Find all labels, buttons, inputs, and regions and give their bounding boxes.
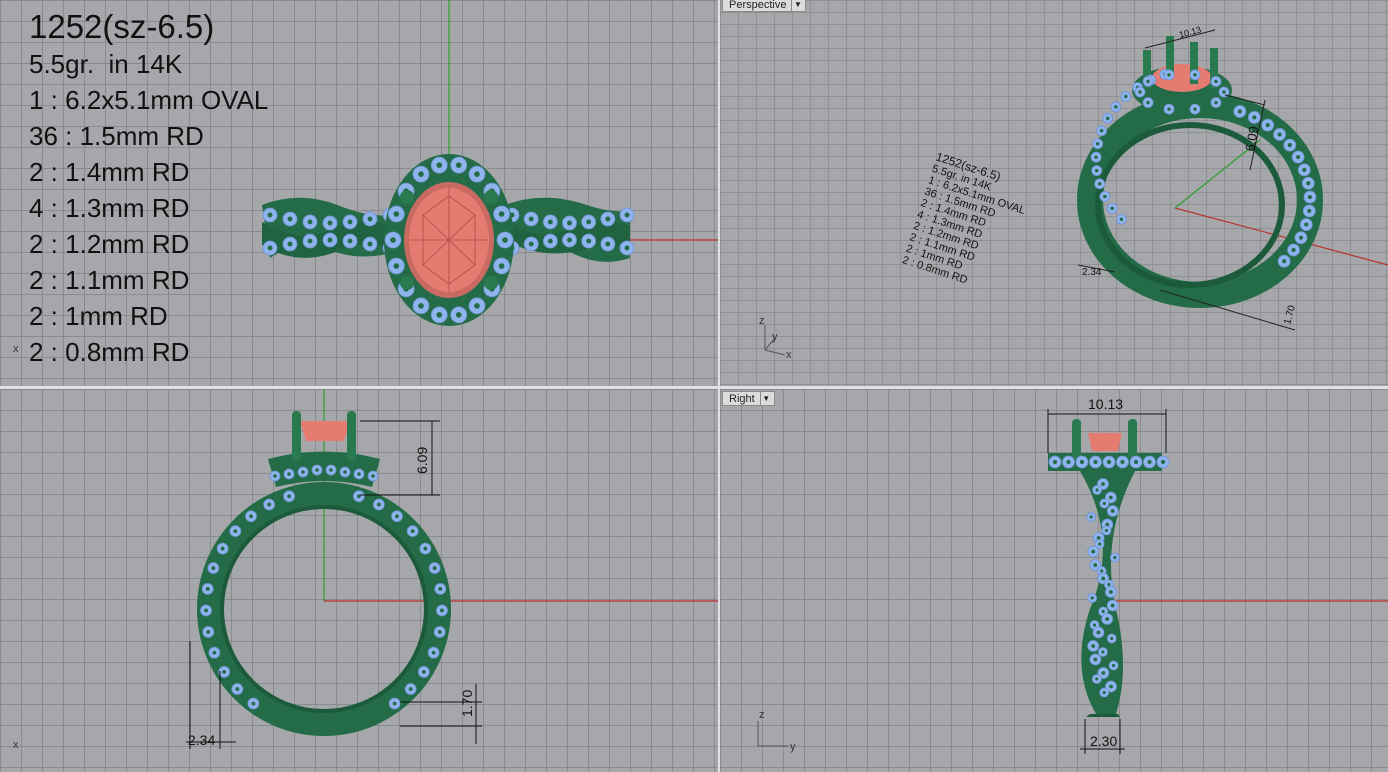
spec-line-stone-8: 2 : 0.8mm RD — [29, 337, 190, 367]
spec-line-stone-2: 36 : 1.5mm RD — [29, 121, 204, 151]
dim-shank-width: 2.34 — [1082, 267, 1102, 278]
dim-width: 10.13 — [1178, 24, 1202, 39]
gizmo-y: y — [790, 741, 796, 753]
x-axis-label: x — [13, 739, 19, 751]
dim-shank-thickness: 1.70 — [1282, 304, 1298, 326]
right-viewport-tab[interactable]: Right ▼ — [722, 391, 775, 406]
spec-line-stone-7: 2 : 1mm RD — [29, 301, 168, 331]
spec-line-stone-4: 4 : 1.3mm RD — [29, 193, 190, 223]
dim-shank-width: 2.30 — [1090, 733, 1117, 749]
perspective-notes: 1252(sz-6.5) 5.5gr. in 14K 1 : 6.2x5.1mm… — [901, 150, 1027, 287]
x-axis-label: x — [13, 343, 19, 355]
gizmo-y: y — [772, 331, 778, 343]
ring-model-title: 1252(sz-6.5) — [29, 8, 215, 45]
dim-shank-width: 2.34 — [188, 732, 215, 748]
front-view-scene: 6.09 2.34 1.70 x — [13, 389, 718, 751]
chevron-down-icon[interactable]: ▼ — [791, 0, 803, 11]
spec-line-stone-6: 2 : 1.1mm RD — [29, 265, 190, 295]
perspective-viewport[interactable]: 10.13 6.09 2.34 1.70 1252(sz-6.5) 5.5gr.… — [720, 0, 1388, 386]
spec-line-stone-3: 2 : 1.4mm RD — [29, 157, 190, 187]
perspective-scene: 10.13 6.09 2.34 1.70 1252(sz-6.5) 5.5gr.… — [759, 24, 1388, 361]
dim-shank-thickness: 1.70 — [459, 690, 475, 717]
right-view-scene: 10.13 2.30 z y — [757, 396, 1388, 754]
ring-spec-notes: 1252(sz-6.5) 5.5gr. in 14K 1 : 6.2x5.1mm… — [29, 8, 268, 370]
dim-width: 10.13 — [1088, 396, 1123, 412]
viewport-divider-horizontal[interactable] — [0, 386, 1388, 389]
spec-line-weight: 5.5gr. in 14K — [29, 49, 183, 79]
top-viewport[interactable]: x 1252(sz-6.5) 5.5gr. in 14K 1 : 6.2x5.1… — [0, 0, 718, 386]
spec-line-stone-5: 2 : 1.2mm RD — [29, 229, 190, 259]
axis-gizmo — [757, 721, 788, 747]
gizmo-x: x — [786, 349, 792, 361]
chevron-down-icon[interactable]: ▼ — [759, 392, 772, 405]
perspective-viewport-tab[interactable]: Perspective ▼ — [722, 0, 807, 12]
front-viewport[interactable]: 6.09 2.34 1.70 x — [0, 389, 718, 772]
right-viewport[interactable]: 10.13 2.30 z y Right ▼ — [720, 389, 1388, 772]
viewport-label: Right — [729, 392, 755, 405]
spec-line-stone-1: 1 : 6.2x5.1mm OVAL — [29, 85, 269, 115]
gizmo-z: z — [759, 315, 765, 327]
gizmo-z: z — [759, 709, 765, 721]
dim-height: 6.09 — [414, 447, 430, 474]
viewport-label: Perspective — [729, 0, 787, 11]
